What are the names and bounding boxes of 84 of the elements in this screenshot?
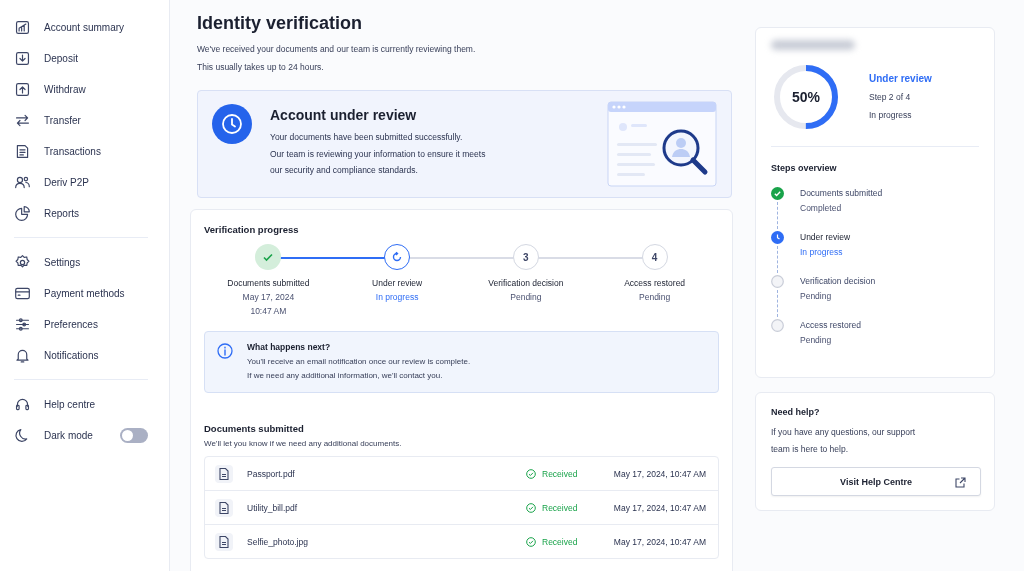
step-label: Access restored: [800, 319, 861, 332]
info-text: If we need any additional information, we'll contact you.: [247, 370, 444, 382]
step-label: Under review: [372, 277, 423, 290]
check-circle-icon: [526, 468, 536, 479]
section-title: Verification progress: [204, 224, 300, 235]
help-text: If you have any questions, our support team is here to help.: [771, 426, 917, 456]
step-label: Documents submitted: [800, 187, 883, 200]
sidebar-item[interactable]: Deposit: [44, 53, 78, 64]
date-text: May 17, 2024, 10:47 AM: [612, 468, 706, 479]
external-link-icon: [955, 477, 966, 488]
check-circle-icon: [526, 502, 536, 513]
sidebar-item[interactable]: Dark mode: [44, 430, 93, 441]
sidebar-item[interactable]: Reports: [44, 208, 79, 219]
step-label: Verification decision: [800, 275, 876, 288]
pie-chart-icon: [14, 205, 31, 222]
step-detail: In progress: [375, 291, 419, 304]
step-detail: Pending: [639, 291, 671, 304]
progress-ring: [771, 62, 841, 132]
status-detail: In progress: [869, 109, 913, 122]
info-text: You'll receive an email notification once our review is complete.: [247, 356, 471, 368]
file-name: Selfie_photo.jpg: [247, 536, 309, 547]
people-icon: [14, 174, 31, 191]
status-text: Received: [542, 468, 578, 479]
step-label: Under review: [800, 231, 851, 244]
sidebar-item[interactable]: Help centre: [44, 399, 96, 410]
card-icon: [14, 285, 31, 302]
info-icon: [217, 343, 233, 359]
page-title: Identity verification: [197, 12, 364, 34]
banner-text: our security and compliance standards.: [270, 164, 419, 177]
sidebar-item[interactable]: Preferences: [44, 319, 98, 330]
step-detail: 10:47 AM: [250, 305, 287, 318]
headset-icon: [14, 396, 31, 413]
file-name: Passport.pdf: [247, 468, 296, 479]
file-name: Utility_bill.pdf: [247, 502, 299, 513]
download-icon: [14, 50, 31, 67]
sidebar-item[interactable]: Deriv P2P: [44, 177, 89, 188]
upload-icon: [14, 81, 31, 98]
date-text: May 17, 2024, 10:47 AM: [612, 502, 706, 513]
step-text: Step 2 of 4: [869, 91, 912, 104]
sliders-icon: [14, 316, 31, 333]
help-title: Need help?: [771, 407, 821, 417]
banner-title: Account under review: [270, 107, 418, 123]
status-text: Under review: [869, 72, 932, 86]
step-label: Verification decision: [488, 277, 564, 290]
step-detail: In progress: [800, 246, 844, 259]
step-detail: Pending: [800, 290, 833, 303]
chart-icon: [14, 19, 31, 36]
step-number: 4: [641, 244, 668, 270]
banner-text: Our team is reviewing your information to ensure it meets: [270, 147, 487, 161]
step-number: 3: [512, 244, 539, 270]
step-detail: Completed: [800, 202, 843, 215]
check-circle-icon: [526, 536, 536, 547]
clock-icon: [212, 104, 252, 144]
sidebar-item[interactable]: Notifications: [44, 350, 99, 361]
step-detail: Pending: [510, 291, 542, 304]
sidebar-item[interactable]: Account summary: [44, 22, 125, 33]
date-text: May 17, 2024, 10:47 AM: [612, 536, 706, 547]
step-label: Documents submitted: [227, 277, 310, 290]
info-title: What happens next?: [247, 342, 332, 352]
transfer-arrows-icon: [14, 112, 31, 129]
status-text: Received: [542, 502, 578, 513]
file-icon: [215, 532, 233, 551]
file-icon: [215, 464, 233, 483]
step-label: Access restored: [624, 277, 686, 290]
sidebar-item[interactable]: Payment methods: [44, 288, 125, 299]
step-detail: May 17, 2024: [242, 291, 295, 304]
help-centre-button[interactable]: Visit Help Centre: [771, 467, 981, 496]
file-icon: [215, 498, 233, 517]
sidebar-item[interactable]: Transfer: [44, 115, 81, 126]
percent-text: 50%: [791, 89, 821, 105]
page-subtitle: This usually takes up to 24 hours.: [197, 61, 325, 74]
sidebar-item[interactable]: Transactions: [44, 146, 101, 157]
section-subtitle: We'll let you know if we need any additional documents.: [204, 439, 403, 448]
bell-icon: [14, 347, 31, 364]
sidebar-item[interactable]: Settings: [44, 257, 81, 268]
section-title: Documents submitted: [204, 423, 305, 434]
sidebar-item[interactable]: Withdraw: [44, 84, 86, 95]
section-title: Steps overview: [771, 163, 838, 173]
status-text: Received: [542, 536, 578, 547]
banner-text: Your documents have been submitted successfully.: [270, 131, 464, 144]
page-subtitle: We've received your documents and our team is currently reviewing them.: [197, 43, 477, 56]
step-detail: Pending: [800, 334, 833, 347]
toggle-switch[interactable]: [120, 428, 148, 443]
document-icon: [14, 143, 31, 160]
